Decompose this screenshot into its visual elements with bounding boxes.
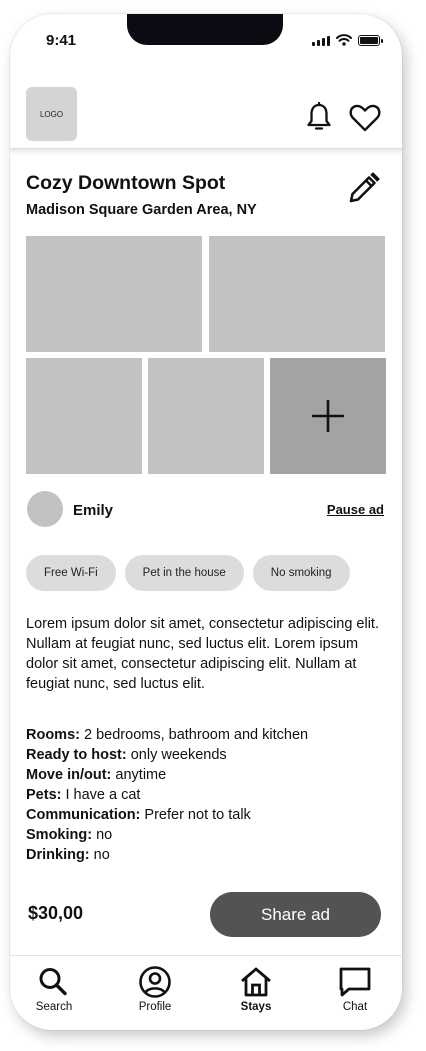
listing-photo[interactable] — [209, 236, 385, 352]
status-icons — [312, 34, 383, 46]
avatar[interactable] — [27, 491, 63, 527]
detail-value: 2 bedrooms, bathroom and kitchen — [84, 727, 309, 743]
detail-value: no — [96, 827, 113, 843]
listing-photo[interactable] — [26, 236, 202, 352]
wifi-icon — [336, 34, 352, 46]
listing-location: Madison Square Garden Area, NY — [26, 202, 257, 218]
tab-chat[interactable]: Chat — [320, 966, 390, 1013]
tag-pet-in-house[interactable]: Pet in the house — [124, 555, 244, 591]
listing-photo[interactable] — [26, 358, 142, 474]
detail-label: Ready to host: — [26, 747, 127, 763]
detail-row: Smoking: no — [26, 825, 388, 845]
detail-row: Drinking: no — [26, 845, 388, 865]
logo: LOGO — [26, 87, 77, 141]
detail-value: no — [93, 847, 110, 863]
heart-icon[interactable] — [349, 104, 381, 132]
tag-free-wifi[interactable]: Free Wi-Fi — [26, 555, 116, 591]
status-time: 9:41 — [46, 32, 77, 49]
tab-stays[interactable]: Stays — [221, 966, 291, 1013]
detail-value: anytime — [115, 767, 167, 783]
tag-no-smoking[interactable]: No smoking — [252, 555, 350, 591]
add-photo-button[interactable] — [270, 358, 386, 474]
detail-label: Communication: — [26, 807, 141, 823]
notch — [127, 14, 283, 45]
pause-ad-link[interactable]: Pause ad — [327, 502, 384, 517]
detail-row: Pets: I have a cat — [26, 785, 388, 805]
detail-value: Prefer not to talk — [144, 807, 251, 823]
detail-label: Drinking: — [26, 847, 90, 863]
tab-label: Profile — [138, 1001, 172, 1013]
listing-photo[interactable] — [148, 358, 264, 474]
tab-label: Search — [35, 1001, 73, 1013]
header-divider — [10, 149, 402, 155]
detail-label: Rooms: — [26, 727, 80, 743]
detail-row: Communication: Prefer not to talk — [26, 805, 388, 825]
chat-icon — [339, 967, 371, 997]
listing-details: Rooms: 2 bedrooms, bathroom and kitchen … — [26, 725, 388, 865]
detail-label: Smoking: — [26, 827, 93, 843]
tab-profile[interactable]: Profile — [120, 966, 190, 1013]
listing-description: Lorem ipsum dolor sit amet, consectetur … — [26, 616, 379, 692]
battery-icon — [358, 35, 383, 46]
detail-label: Pets: — [26, 787, 62, 803]
home-icon — [241, 967, 271, 997]
detail-row: Ready to host: only weekends — [26, 745, 388, 765]
detail-label: Move in/out: — [26, 767, 112, 783]
price: $30,00 — [28, 903, 84, 923]
bottom-tab-bar: Search Profile Stays Chat — [10, 955, 402, 1030]
detail-row: Rooms: 2 bedrooms, bathroom and kitchen — [26, 725, 388, 745]
tab-label: Chat — [342, 1001, 368, 1013]
search-icon — [39, 968, 67, 996]
detail-row: Move in/out: anytime — [26, 765, 388, 785]
tab-search[interactable]: Search — [19, 966, 89, 1013]
app-header: LOGO — [10, 69, 402, 149]
profile-icon — [139, 966, 171, 998]
host-name: Emily — [73, 502, 114, 519]
amenity-tags: Free Wi-Fi Pet in the house No smoking — [26, 555, 350, 591]
detail-value: only weekends — [130, 747, 227, 763]
plus-icon — [312, 400, 344, 432]
edit-pencil-icon[interactable] — [346, 172, 380, 206]
detail-value: I have a cat — [65, 787, 141, 803]
phone-frame: 9:41 LOGO Cozy Downtown Spot Madison Squ… — [10, 14, 402, 1030]
share-ad-button[interactable]: Share ad — [210, 892, 381, 937]
bell-icon[interactable] — [306, 102, 332, 132]
listing-title: Cozy Downtown Spot — [26, 172, 226, 194]
signal-icon — [312, 36, 330, 46]
tab-label: Stays — [240, 1001, 272, 1013]
